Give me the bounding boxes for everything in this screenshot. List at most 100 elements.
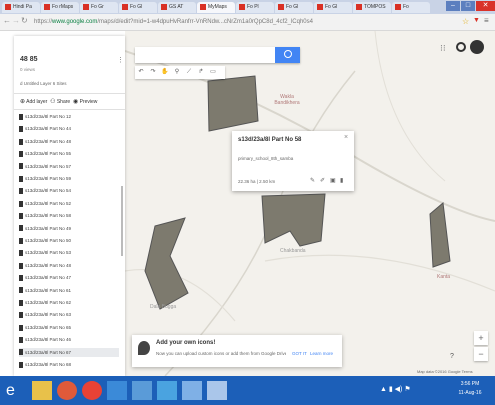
app-icon[interactable] — [207, 381, 227, 400]
browser-tab[interactable]: Fo Pl — [236, 2, 274, 13]
back-icon[interactable]: ← — [3, 16, 11, 25]
layer-list-item[interactable]: s13d/23a/8l Part No 53 — [19, 248, 71, 257]
learn-more-link[interactable]: Learn more — [310, 351, 333, 356]
browser-tab[interactable]: TOMPOS — [353, 2, 391, 13]
share-button[interactable]: Share — [57, 99, 70, 105]
avatar[interactable] — [470, 40, 484, 54]
layer-list-item[interactable]: s13d/23a/8l Part No 57 — [19, 162, 71, 171]
layer-list-item[interactable]: s13d/23a/8l Part No 62 — [19, 298, 71, 307]
layer-list-item[interactable]: s13d/23a/8l Part No 63 — [19, 310, 71, 319]
close-icon[interactable]: ✕ — [476, 1, 495, 11]
browser-tab[interactable]: GS AT — [158, 2, 196, 13]
zoom-out-button[interactable]: − — [474, 347, 488, 361]
layer-list-item[interactable]: s13d/23a/8l Part No 47 — [19, 273, 71, 282]
field-polygon[interactable] — [261, 193, 326, 247]
browser-tab[interactable]: Fo Gr — [80, 2, 118, 13]
layer-list-item[interactable]: s13d/23a/8l Part No 46 — [19, 335, 71, 344]
redo-icon[interactable]: ↷ — [149, 68, 157, 77]
layer-list-item[interactable]: s13d/23a/8l Part No 67 — [19, 347, 119, 357]
forward-icon[interactable]: → — [12, 16, 20, 25]
layer-list-item[interactable]: s13d/23a/8l Part No 48 — [19, 261, 71, 270]
more-options-icon[interactable]: ⋮ — [117, 56, 124, 64]
menu-icon[interactable]: ≡ — [484, 16, 489, 25]
style-icon[interactable]: ✎ — [310, 177, 315, 184]
clock-time[interactable]: 3:56 PM — [452, 381, 488, 387]
photo-icon[interactable]: ▣ — [330, 177, 336, 184]
map-toolbar: ↶ ↷ ✋ ⚲ ⟋ ↱ ▭ — [135, 66, 225, 79]
ruler-icon[interactable]: ▭ — [209, 68, 217, 77]
edit-icon[interactable]: ✐ — [320, 177, 325, 184]
skype-icon[interactable] — [157, 381, 177, 400]
url-path: /maps/d/edit?mid=1-w4dpuHvRanfrr-VnRNdw.… — [97, 19, 313, 25]
map-svg — [125, 31, 495, 376]
layer-list-item[interactable]: s13d/23a/8l Part No 68 — [19, 360, 71, 369]
zoom-in-button[interactable]: + — [474, 331, 488, 345]
add-layer-button[interactable]: Add layer — [26, 99, 47, 105]
help-icon[interactable]: ? — [450, 353, 454, 360]
browser-tab[interactable]: Fo Gl — [314, 2, 352, 13]
got-it-button[interactable]: GOT IT — [292, 351, 307, 356]
browser-tab[interactable]: Fo Gl — [275, 2, 313, 13]
media-player-icon[interactable] — [57, 381, 77, 400]
field-polygon[interactable] — [429, 202, 451, 268]
layer-item-label: s13d/23a/8l Part No 57 — [25, 163, 72, 169]
notifications-icon[interactable] — [456, 42, 466, 52]
tray-icons[interactable]: ▲ ▮ ◀) ⚑ — [380, 385, 411, 393]
app-icon[interactable] — [132, 381, 152, 400]
maximize-icon[interactable]: □ — [461, 1, 475, 11]
layer-item-icon — [19, 312, 23, 319]
url-prefix: https:// — [34, 19, 53, 25]
layer-list-item[interactable]: s13d/23a/8l Part No 52 — [19, 199, 71, 208]
field-polygon[interactable] — [207, 75, 259, 132]
layer-list-item[interactable]: s13d/23a/8l Part No 65 — [19, 323, 71, 332]
map-canvas[interactable]: Wakla Bandikhera Chakbanda Dala Bugga Ka… — [125, 31, 495, 376]
layer-item-icon — [19, 188, 23, 195]
map-title[interactable]: 48 85 — [20, 56, 38, 63]
browser-tab[interactable]: Fo — [392, 2, 430, 13]
search-button[interactable] — [275, 47, 300, 63]
layer-item-icon — [19, 200, 23, 207]
app-icon[interactable] — [107, 381, 127, 400]
clock-date[interactable]: 11-Aug-16 — [452, 390, 488, 396]
village-label: Chakbanda — [280, 248, 306, 254]
close-icon[interactable]: × — [344, 134, 348, 141]
tab-favicon-icon — [278, 3, 284, 10]
browser-tab[interactable]: MyMaps — [197, 2, 235, 13]
directions-icon[interactable]: ↱ — [197, 68, 205, 77]
field-polygon[interactable] — [144, 217, 189, 310]
reload-icon[interactable]: ↻ — [21, 16, 28, 25]
file-explorer-icon[interactable] — [32, 381, 52, 400]
layer-list-item[interactable]: s13d/23a/8l Part No 12 — [19, 112, 71, 121]
browser-tab[interactable]: Fo rMaps — [41, 2, 79, 13]
ie-icon[interactable]: e — [6, 381, 26, 400]
bookmark-star-icon[interactable]: ☆ — [462, 17, 469, 26]
apps-grid-icon[interactable]: ⁝⁝ — [440, 43, 446, 54]
extension-icon[interactable]: ▼ — [473, 17, 480, 24]
delete-icon[interactable]: ▮ — [340, 177, 343, 184]
chrome-icon[interactable] — [82, 381, 102, 400]
layer-item-icon — [19, 151, 23, 157]
layer-list-item[interactable]: s13d/23a/8l Part No 48 — [19, 137, 71, 146]
layer-list-item[interactable]: s13d/23a/8l Part No 58 — [19, 211, 71, 220]
browser-tab[interactable]: Fo Gl — [119, 2, 157, 13]
url-field[interactable]: https://www.google.com/maps/d/edit?mid=1… — [34, 17, 434, 27]
layer-list-item[interactable]: s13d/23a/8l Part No 59 — [19, 174, 71, 183]
layer-list-item[interactable]: s13d/23a/8l Part No 54 — [19, 186, 71, 195]
scrollbar[interactable] — [121, 186, 123, 256]
line-icon[interactable]: ⟋ — [185, 68, 193, 77]
layer-item-icon — [19, 275, 23, 281]
layer-item-icon — [19, 262, 23, 269]
hand-icon[interactable]: ✋ — [161, 68, 169, 77]
layer-list-item[interactable]: s13d/23a/8l Part No 44 — [19, 124, 71, 133]
layer-list-item[interactable]: s13d/23a/8l Part No 61 — [19, 286, 71, 295]
preview-button[interactable]: Preview — [80, 99, 98, 105]
undo-icon[interactable]: ↶ — [137, 68, 145, 77]
layer-list-item[interactable]: s13d/23a/8l Part No 55 — [19, 149, 71, 158]
browser-tab[interactable]: Hindi Pa — [2, 2, 40, 13]
layer-list-item[interactable]: s13d/23a/8l Part No 50 — [19, 236, 71, 245]
panel-actions: ⊕ Add layer ⚇ Share ◉ Preview — [20, 98, 97, 105]
app-icon[interactable] — [182, 381, 202, 400]
layer-list-item[interactable]: s13d/23a/8l Part No 49 — [19, 224, 71, 233]
marker-icon[interactable]: ⚲ — [173, 68, 181, 77]
minimize-icon[interactable]: – — [446, 1, 460, 11]
